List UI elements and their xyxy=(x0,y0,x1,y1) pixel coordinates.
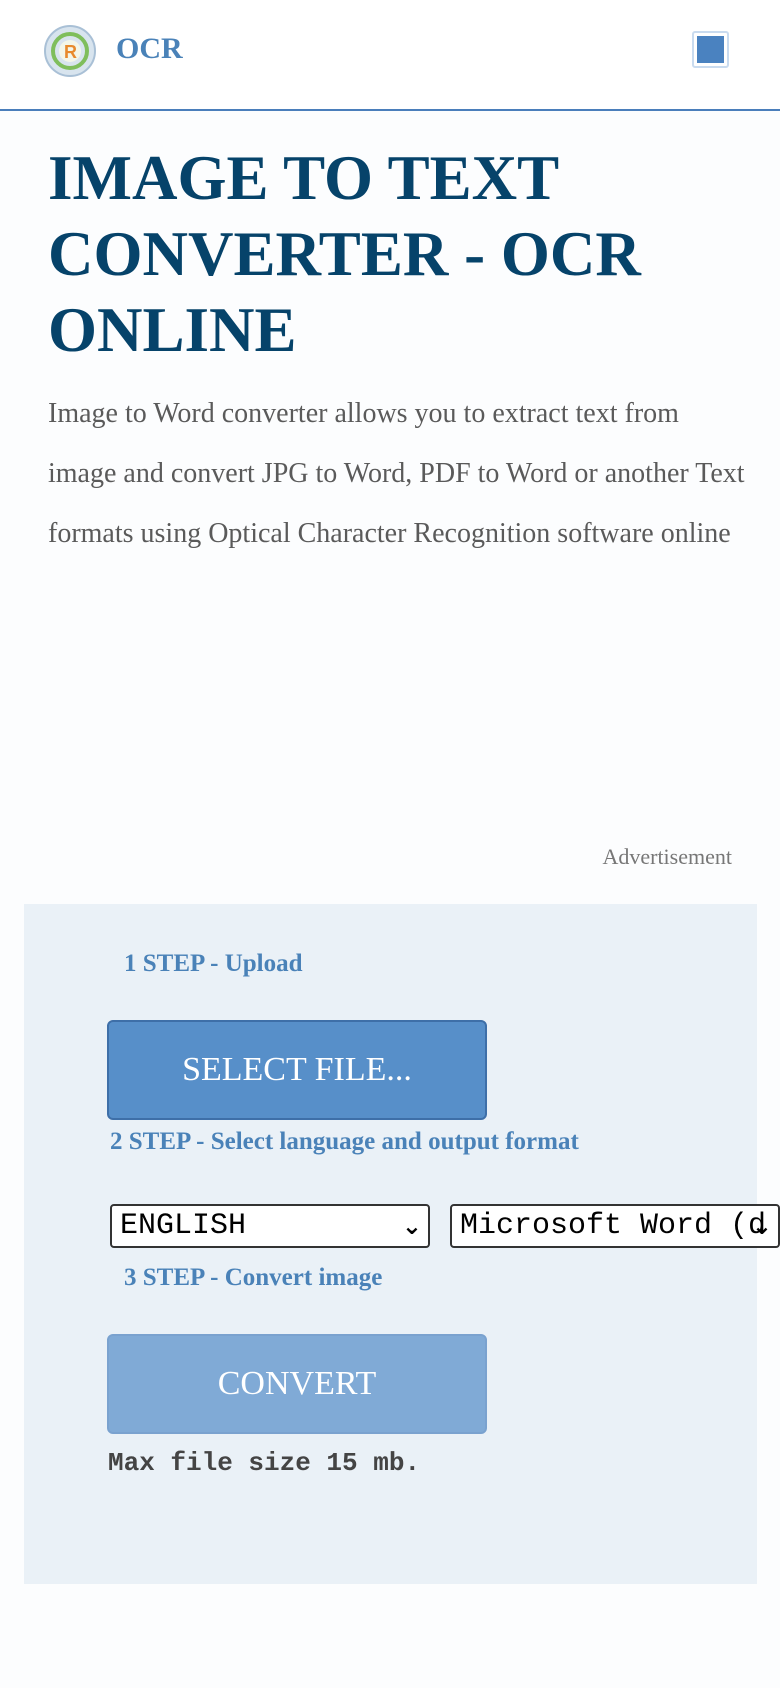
output-format-value: Microsoft Word (d xyxy=(460,1209,767,1243)
language-select-value: ENGLISH xyxy=(120,1209,247,1243)
select-file-button[interactable]: SELECT FILE... xyxy=(107,1020,487,1120)
advertisement-label: Advertisement xyxy=(602,844,732,869)
convert-button[interactable]: CONVERT xyxy=(107,1334,487,1434)
max-file-size-note: Max file size 15 mb. xyxy=(108,1448,421,1478)
output-format-select[interactable]: Microsoft Word (d ⌄ xyxy=(450,1204,780,1248)
chevron-down-icon: ⌄ xyxy=(401,1212,422,1240)
chevron-down-icon: ⌄ xyxy=(751,1212,772,1240)
svg-text:R: R xyxy=(64,42,77,62)
menu-icon xyxy=(697,36,724,63)
step1-label: 1 STEP - Upload xyxy=(124,950,303,977)
page-title: IMAGE TO TEXT CONVERTER - OCR ONLINE xyxy=(48,143,641,365)
site-header: R OCR xyxy=(0,0,780,111)
page-description: Image to Word converter allows you to ex… xyxy=(48,398,745,549)
step3-label: 3 STEP - Convert image xyxy=(124,1264,383,1291)
step2-label: 2 STEP - Select language and output form… xyxy=(110,1128,579,1155)
ocr-logo-icon[interactable]: R xyxy=(44,25,106,78)
language-select[interactable]: ENGLISH ⌄ xyxy=(110,1204,430,1248)
menu-button[interactable] xyxy=(692,31,729,68)
brand-name[interactable]: OCR xyxy=(116,29,183,69)
